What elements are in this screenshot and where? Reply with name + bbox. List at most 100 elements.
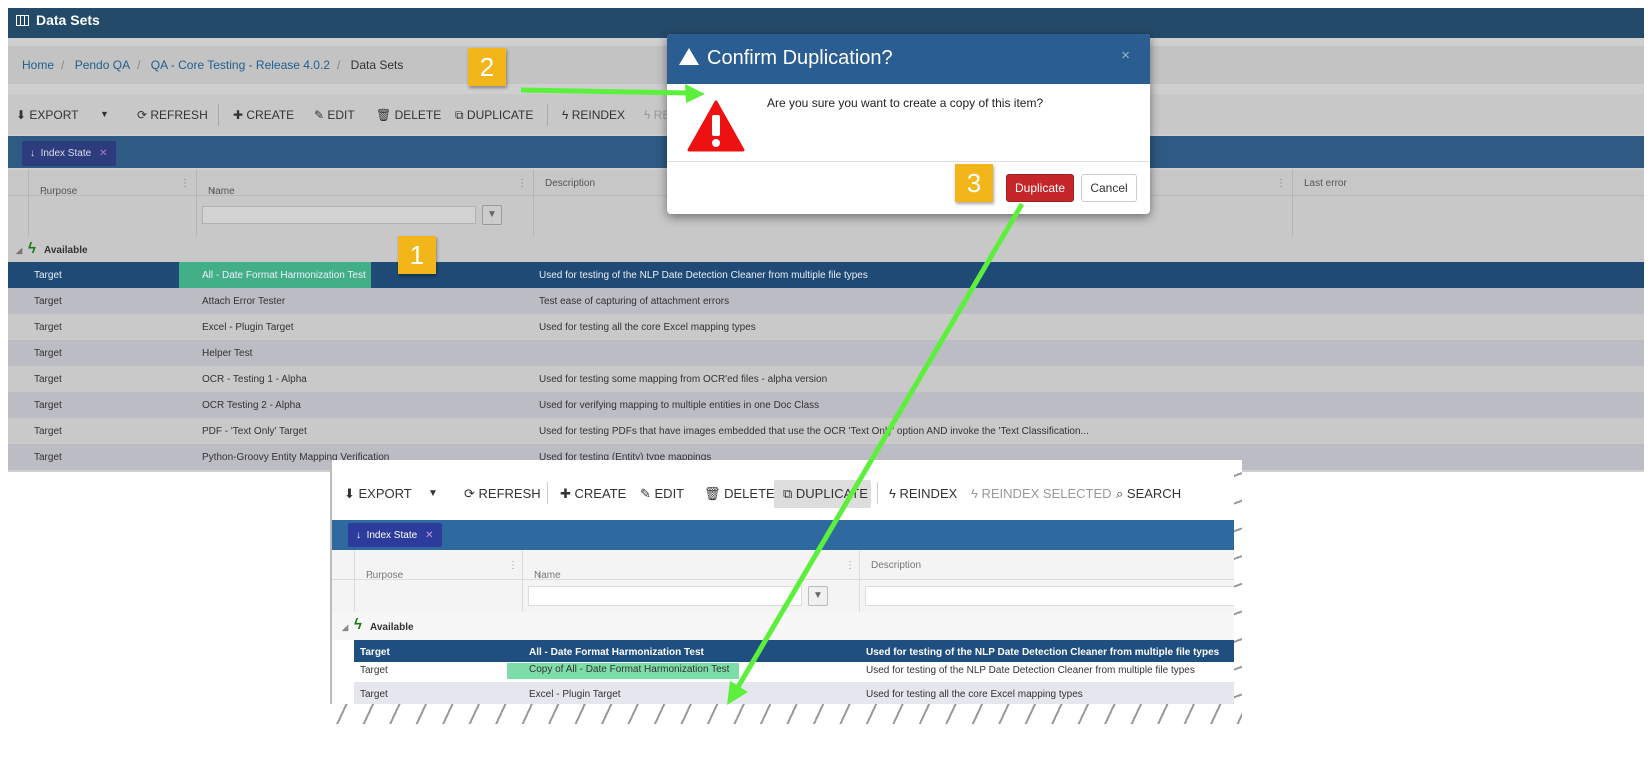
export-caret-icon[interactable]: ▼ (100, 109, 109, 119)
column-purpose[interactable]: Purpose ↓ (40, 178, 77, 197)
name-filter-input[interactable] (202, 206, 476, 224)
delete-button[interactable]: 🗑 DELETE (376, 108, 441, 122)
export-button[interactable]: ⬇ EXPORT (344, 486, 412, 502)
column-menu-icon[interactable]: ⋮ (180, 178, 190, 189)
group-row-available[interactable]: ◢ ϟ Available (332, 612, 1240, 640)
breadcrumb-current: Data Sets (350, 58, 404, 72)
step-badge-2: 2 (468, 48, 506, 86)
table-row[interactable]: Target Excel - Plugin Target Used for test… (8, 314, 1644, 340)
table-row[interactable]: Target Excel - Plugin Target Used for test… (354, 682, 1240, 706)
create-button[interactable]: ✚ CREATE (233, 108, 294, 122)
column-menu-icon[interactable]: ⋮ (508, 560, 518, 571)
bolt-icon: ϟ (354, 616, 362, 633)
cell-description: Used for verifying mapping to multiple e… (539, 400, 820, 411)
cell-description: Used for testing of the NLP Date Detecti… (866, 647, 1220, 658)
column-description[interactable]: Description (871, 560, 921, 571)
breadcrumb-pendo-qa[interactable]: Pendo QA (75, 58, 130, 72)
filter-row: ▼ (332, 580, 1240, 612)
duplicate-confirm-button[interactable]: Duplicate (1006, 174, 1074, 202)
column-name[interactable]: Name ↑ (534, 560, 561, 581)
breadcrumb-home[interactable]: Home (22, 58, 54, 72)
cell-description: Used for testing of the NLP Date Detecti… (866, 665, 1195, 676)
step-badge-1: 1 (398, 236, 436, 274)
duplicate-button[interactable]: ⧉ DUPLICATE (783, 486, 868, 502)
column-purpose[interactable]: Purpose ↓ (366, 560, 403, 581)
cell-purpose: Target (34, 322, 62, 333)
arrow-down-icon: ↓ (356, 530, 361, 541)
cell-purpose: Target (34, 270, 62, 281)
cell-name: Excel - Plugin Target (202, 322, 294, 333)
cell-name: PDF - 'Text Only' Target (202, 426, 307, 437)
copy-icon: ⧉ (455, 108, 467, 122)
table-row[interactable]: Target Copy of All - Date Format Harmoniz… (354, 662, 1240, 682)
delete-button[interactable]: 🗑 DELETE (704, 486, 775, 502)
edit-button[interactable]: ✎ EDIT (640, 486, 684, 502)
cell-purpose: Target (360, 665, 388, 676)
cell-name: Attach Error Tester (202, 296, 286, 307)
step-badge-3: 3 (955, 164, 993, 202)
close-icon[interactable]: × (1121, 47, 1130, 64)
refresh-icon: ⟳ (464, 486, 479, 501)
filter-icon[interactable]: ▼ (808, 586, 828, 606)
description-filter-input[interactable] (865, 586, 1240, 606)
cell-purpose: Target (360, 689, 388, 700)
reindex-selected-button[interactable]: ϟ REINDEX SELECTED (971, 486, 1112, 501)
collapse-icon[interactable]: ◢ (16, 246, 22, 255)
refresh-button[interactable]: ⟳ REFRESH (464, 486, 541, 502)
column-last-error[interactable]: Last error (1304, 178, 1347, 189)
table-row[interactable]: Target Helper Test (8, 340, 1644, 366)
grouping-bar (332, 520, 1240, 550)
reindex-button[interactable]: ϟ REINDEX (562, 108, 625, 122)
download-icon: ⬇ (344, 486, 359, 501)
table-row[interactable]: Target All - Date Format Harmonization Te… (354, 640, 1240, 662)
group-row-available[interactable]: ◢ ϟ Available (8, 236, 1644, 262)
edit-icon: ✎ (314, 108, 328, 122)
table-row[interactable]: Target OCR Testing 2 - Alpha Used for veri… (8, 392, 1644, 418)
group-chip[interactable]: ↓ Index State ✕ (348, 523, 442, 547)
confirm-dialog: Confirm Duplication? × Are you sure you … (667, 34, 1150, 214)
refresh-icon: ⟳ (137, 108, 151, 122)
column-name[interactable]: Name ↑ (208, 178, 235, 197)
table-row[interactable]: Target Attach Error Tester Test ease of ca… (8, 288, 1644, 314)
collapse-icon[interactable]: ◢ (342, 623, 348, 632)
duplicate-button[interactable]: ⧉ DUPLICATE (455, 108, 533, 123)
column-menu-icon[interactable]: ⋮ (1276, 178, 1286, 189)
toolbar: ⬇ EXPORT ▼ ⟳ REFRESH ✚ CREATE ✎ EDIT 🗑 D… (332, 472, 1240, 512)
grid-icon (16, 15, 29, 26)
close-icon[interactable]: ✕ (425, 530, 433, 541)
plus-icon: ✚ (560, 486, 575, 501)
reindex-button[interactable]: ϟ REINDEX (889, 486, 957, 501)
column-menu-icon[interactable]: ⋮ (845, 560, 855, 571)
cancel-button[interactable]: Cancel (1081, 174, 1137, 202)
cell-description: Used for testing all the core Excel mapp… (866, 689, 1083, 700)
edit-button[interactable]: ✎ EDIT (314, 108, 355, 122)
cell-name: OCR Testing 2 - Alpha (202, 400, 301, 411)
close-icon[interactable]: ✕ (99, 148, 107, 159)
table-row[interactable]: Target OCR - Testing 1 - Alpha Used for te… (8, 366, 1644, 392)
filter-icon[interactable]: ▼ (482, 205, 502, 225)
grid-header: Purpose ↓ ⋮ Name ↑ ⋮ Description (332, 550, 1240, 581)
column-menu-icon[interactable]: ⋮ (517, 178, 527, 189)
bolt-icon: ϟ (28, 240, 36, 257)
create-button[interactable]: ✚ CREATE (560, 486, 626, 502)
refresh-button[interactable]: ⟳ REFRESH (137, 108, 208, 122)
export-button[interactable]: ⬇ EXPORT (16, 108, 79, 122)
copy-icon: ⧉ (783, 486, 796, 501)
cell-purpose: Target (34, 452, 62, 463)
page-title: Data Sets (36, 12, 100, 28)
column-description[interactable]: Description (545, 178, 595, 189)
group-chip[interactable]: ↓ Index State ✕ (22, 141, 116, 166)
name-filter-input[interactable] (528, 586, 802, 606)
breadcrumb-release[interactable]: QA - Core Testing - Release 4.0.2 (151, 58, 330, 72)
cell-description: Used for testing of the NLP Date Detecti… (539, 270, 868, 281)
dialog-message: Are you sure you want to create a copy o… (767, 96, 1044, 110)
cell-description: Used for testing some mapping from OCR'e… (539, 374, 828, 385)
dialog-header: Confirm Duplication? × (667, 34, 1150, 84)
cell-purpose: Target (34, 400, 62, 411)
table-row[interactable]: Target PDF - 'Text Only' Target Used for t… (8, 418, 1644, 444)
arrow-down-icon: ↓ (30, 148, 35, 159)
table-row[interactable]: Target All - Date Format Harmonization Te… (8, 262, 1644, 294)
search-button[interactable]: ⌕ SEARCH (1116, 486, 1181, 502)
cell-description: Used for testing all the core Excel mapp… (539, 322, 756, 333)
export-caret-icon[interactable]: ▼ (428, 488, 438, 499)
